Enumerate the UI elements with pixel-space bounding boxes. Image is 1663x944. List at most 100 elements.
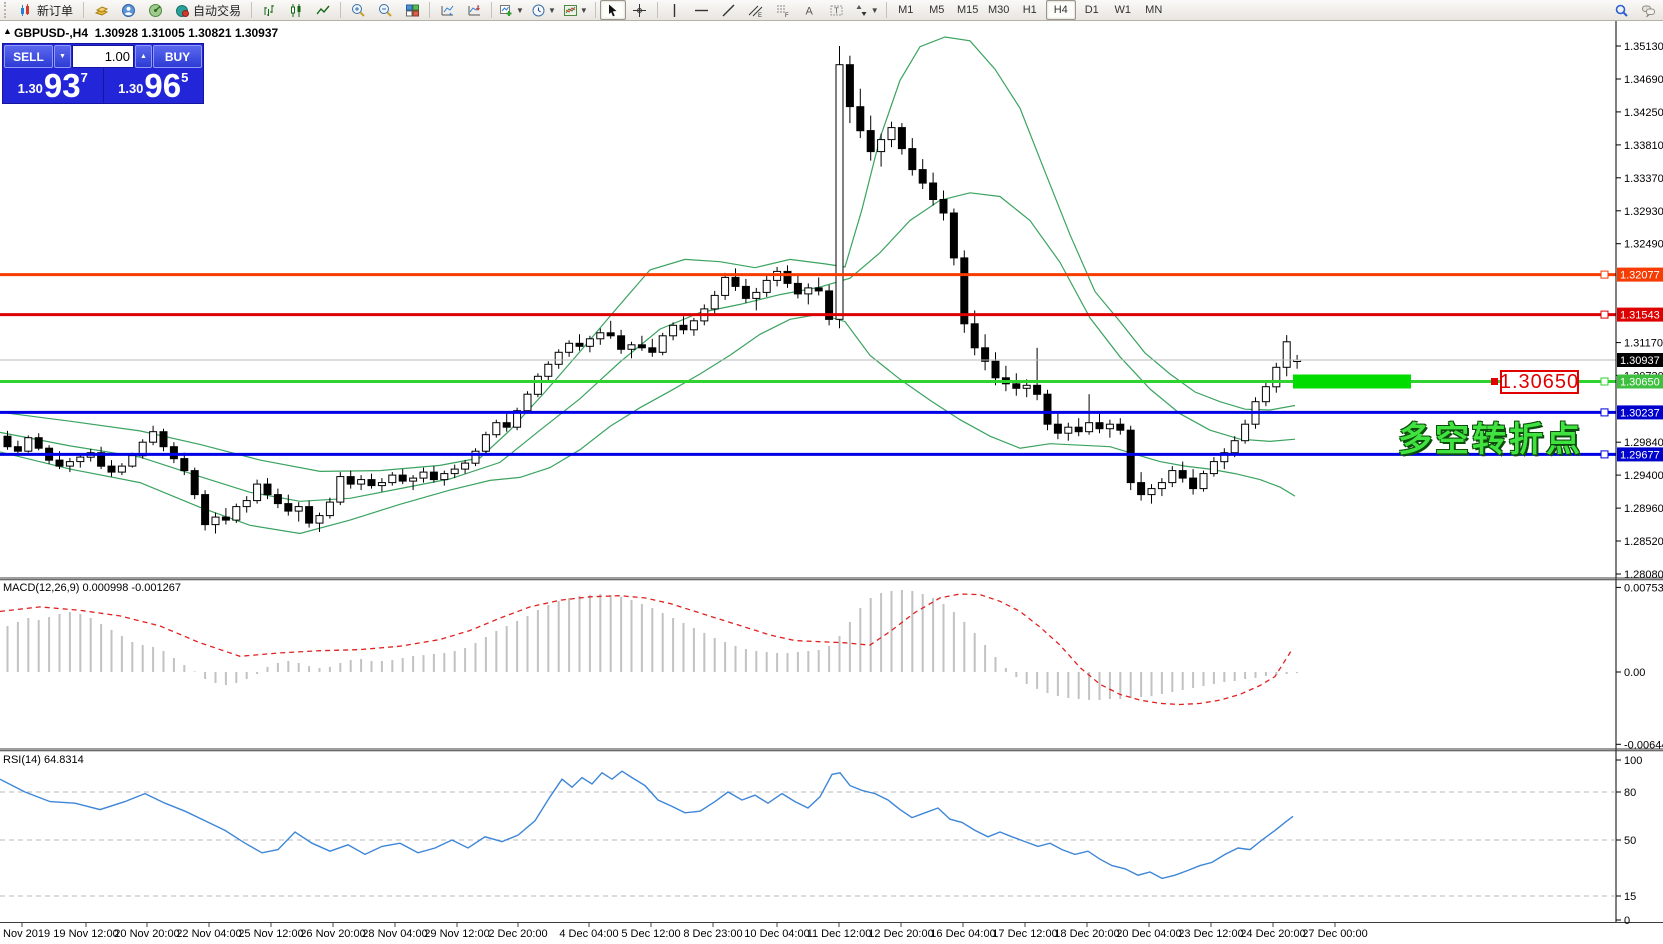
buy-price[interactable]: 1.30 96 5	[103, 68, 204, 103]
signals-button[interactable]	[142, 0, 168, 20]
buy-price-sup: 5	[181, 70, 188, 85]
vertical-line-button[interactable]	[662, 0, 688, 20]
svg-text:F: F	[785, 13, 789, 18]
deposit-button[interactable]	[88, 0, 114, 20]
collapse-panel-icon[interactable]: ▲	[3, 26, 12, 36]
svg-text:11 Dec 12:00: 11 Dec 12:00	[807, 928, 872, 940]
svg-text:1.32490: 1.32490	[1624, 239, 1663, 251]
horizontal-line-button[interactable]	[689, 0, 715, 20]
text-label-button[interactable]: T	[824, 0, 850, 20]
bar-chart-button[interactable]	[256, 0, 282, 20]
svg-text:1.28520: 1.28520	[1624, 536, 1663, 548]
timeframe-button-m1[interactable]: M1	[891, 0, 921, 20]
sell-button[interactable]: SELL	[4, 45, 53, 68]
trendline-button[interactable]	[716, 0, 742, 20]
zoom-out-icon	[378, 3, 393, 18]
arrows-button[interactable]: ▼	[851, 0, 882, 20]
tile-windows-button[interactable]	[399, 0, 425, 20]
candle-chart-button[interactable]	[283, 0, 309, 20]
search-button[interactable]	[1608, 0, 1634, 20]
separator	[491, 2, 492, 18]
separator	[251, 2, 252, 18]
chat-icon	[1641, 3, 1656, 18]
zoom-out-button[interactable]	[372, 0, 398, 20]
autotrade-button[interactable]: 自动交易	[169, 0, 247, 20]
channel-button[interactable]: E	[743, 0, 769, 20]
svg-text:50: 50	[1624, 835, 1636, 847]
ohlc-header: GBPUSD-,H4 1.30928 1.31005 1.30821 1.309…	[14, 26, 278, 40]
rsi-label: RSI(14) 64.8314	[3, 754, 84, 766]
text-button[interactable]: A	[797, 0, 823, 20]
svg-text:0.007538: 0.007538	[1624, 582, 1663, 594]
cursor-button[interactable]	[600, 0, 626, 20]
timeframe-button-w1[interactable]: W1	[1108, 0, 1138, 20]
profile-icon	[121, 3, 136, 18]
chat-button[interactable]	[1635, 0, 1661, 20]
volume-increase-button[interactable]: ▲	[135, 45, 152, 68]
svg-text:22 Nov 04:00: 22 Nov 04:00	[176, 928, 241, 940]
rsi-pane: 1008050150	[0, 755, 1642, 927]
chart-symbol: GBPUSD-,H4	[14, 26, 88, 40]
time-axis[interactable]: 8 Nov 201919 Nov 12:0020 Nov 20:0022 Nov…	[0, 923, 1368, 940]
svg-text:5 Dec 12:00: 5 Dec 12:00	[621, 928, 680, 940]
svg-text:27 Dec 00:00: 27 Dec 00:00	[1302, 928, 1367, 940]
svg-text:1.30937: 1.30937	[1620, 355, 1660, 367]
price-chart-canvas[interactable]: 1.351301.346901.342501.338101.333701.329…	[0, 21, 1663, 944]
svg-text:1.32930: 1.32930	[1624, 206, 1663, 218]
chart-ohlc-values: 1.30928 1.31005 1.30821 1.30937	[95, 26, 279, 40]
timeframe-button-m30[interactable]: M30	[984, 0, 1014, 20]
line-chart-button[interactable]	[310, 0, 336, 20]
svg-text:8 Dec 23:00: 8 Dec 23:00	[683, 928, 742, 940]
vertical-line-icon	[667, 3, 682, 18]
bar-chart-icon	[262, 3, 277, 18]
rsi-line	[0, 771, 1293, 878]
buy-price-big: 96	[144, 71, 181, 101]
auto-scroll-icon	[440, 3, 455, 18]
text-label-icon: T	[829, 3, 844, 18]
timeframe-button-h1[interactable]: H1	[1015, 0, 1045, 20]
svg-text:1.35130: 1.35130	[1624, 41, 1663, 53]
community-button[interactable]	[115, 0, 141, 20]
svg-text:2 Dec 20:00: 2 Dec 20:00	[488, 928, 547, 940]
timeframe-button-d1[interactable]: D1	[1077, 0, 1107, 20]
macd-pane: 0.0075380.00-0.006446	[0, 582, 1663, 751]
horizontal-line-icon	[694, 3, 709, 18]
volume-decrease-button[interactable]: ▼	[54, 45, 71, 68]
sell-price-sup: 7	[81, 70, 88, 85]
svg-text:10 Dec 04:00: 10 Dec 04:00	[744, 928, 809, 940]
period-button[interactable]: ▼	[528, 0, 559, 20]
toolbar-grip[interactable]	[4, 2, 10, 18]
one-click-trading-panel: SELL ▼ ▲ BUY 1.30 93 7 1.30 96 5	[2, 43, 204, 104]
signals-icon	[148, 3, 163, 18]
search-icon	[1614, 3, 1629, 18]
autotrade-label: 自动交易	[193, 2, 241, 19]
crosshair-button[interactable]	[627, 0, 653, 20]
svg-text:20 Dec 04:00: 20 Dec 04:00	[1116, 928, 1181, 940]
chart-shift-button[interactable]	[461, 0, 487, 20]
timeframe-button-h4[interactable]: H4	[1046, 0, 1076, 20]
svg-text:-0.006446: -0.006446	[1624, 739, 1663, 751]
fibonacci-button[interactable]: F	[770, 0, 796, 20]
auto-scroll-button[interactable]	[434, 0, 460, 20]
line-chart-icon	[316, 3, 331, 18]
turning-point-note[interactable]: 多空转折点	[1398, 412, 1583, 461]
timeframe-button-m15[interactable]: M15	[953, 0, 983, 20]
zoom-in-button[interactable]	[345, 0, 371, 20]
svg-text:E: E	[758, 13, 762, 18]
channel-icon: E	[748, 3, 763, 18]
sell-price[interactable]: 1.30 93 7	[3, 68, 103, 103]
caret-down-icon: ▼	[871, 6, 879, 15]
svg-text:1.29400: 1.29400	[1624, 470, 1663, 482]
price-alert-box[interactable]: 1.30650	[1500, 370, 1579, 394]
buy-button[interactable]: BUY	[153, 45, 202, 68]
buy-price-main: 1.30	[118, 81, 143, 96]
cursor-icon	[605, 3, 620, 18]
new-order-button[interactable]: 新订单	[13, 0, 79, 20]
timeframe-button-mn[interactable]: MN	[1139, 0, 1169, 20]
timeframe-button-m5[interactable]: M5	[922, 0, 952, 20]
template-button[interactable]: ▼	[560, 0, 591, 20]
sell-price-main: 1.30	[18, 81, 43, 96]
new-chart-button[interactable]: ▼	[496, 0, 527, 20]
svg-text:15: 15	[1624, 891, 1636, 903]
volume-input[interactable]	[72, 45, 134, 68]
